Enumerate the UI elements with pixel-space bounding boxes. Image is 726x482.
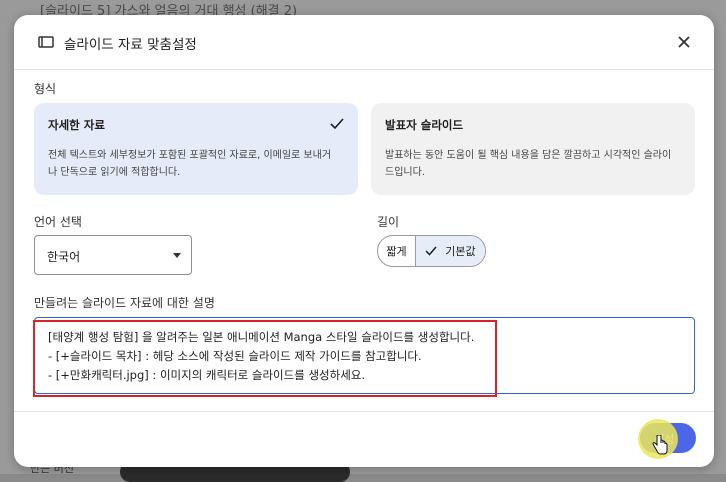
language-label: 언어 선택 — [34, 215, 82, 229]
format-option-desc-line1: 발표하는 동안 도움이 될 핵심 내용을 담은 깔끔하고 시각적인 슬라이 — [385, 150, 672, 161]
format-option-detailed[interactable]: 자세한 자료 전체 텍스트와 세부정보가 포함된 포괄적인 자료로, 이메일로 … — [34, 103, 358, 195]
description-line: - [+만화캐릭터.jpg] : 이미지의 캐릭터로 슬라이드를 생성하세요. — [48, 368, 366, 382]
format-option-desc-line2: 드입니다. — [385, 167, 425, 178]
length-option-default-label: 기본값 — [445, 245, 476, 258]
format-option-title: 발표자 슬라이드 — [385, 118, 464, 132]
format-label: 형식 — [34, 82, 57, 96]
close-icon[interactable] — [674, 32, 694, 52]
check-icon — [425, 246, 437, 256]
length-option-short[interactable]: 짧게 — [378, 236, 416, 266]
length-option-short-label: 짧게 — [386, 245, 407, 258]
length-label: 길이 — [377, 215, 400, 229]
format-option-description: 발표하는 동안 도움이 될 핵심 내용을 담은 깔끔하고 시각적인 슬라이 드입… — [385, 147, 681, 181]
description-line: [태양계 행성 탐험] 을 알려주는 일본 애니메이션 Manga 스타일 슬라… — [48, 330, 475, 344]
format-option-description: 전체 텍스트와 세부정보가 포함된 포괄적인 자료로, 이메일로 보내거 나 단… — [48, 147, 344, 181]
dialog-header: 슬라이드 자료 맞춤설정 — [14, 15, 714, 70]
format-option-desc-line1: 전체 텍스트와 세부정보가 포함된 포괄적인 자료로, 이메일로 보내거 — [48, 150, 332, 161]
description-textarea[interactable]: [태양계 행성 탐험] 을 알려주는 일본 애니메이션 Manga 스타일 슬라… — [34, 317, 695, 394]
slides-icon — [38, 36, 54, 48]
language-select-value: 한국어 — [47, 250, 81, 264]
dropdown-arrow-icon — [173, 253, 181, 258]
format-option-presenter[interactable]: 발표자 슬라이드 발표하는 동안 도움이 될 핵심 내용을 담은 깔끔하고 시각… — [371, 103, 695, 195]
language-select[interactable]: 한국어 — [34, 235, 192, 275]
dialog-title: 슬라이드 자료 맞춤설정 — [64, 37, 197, 53]
check-icon — [330, 118, 344, 130]
customize-slides-dialog: 슬라이드 자료 맞춤설정 형식 자세한 자료 전체 텍스트와 세부정보가 포함된… — [14, 15, 714, 467]
description-line: - [+슬라이드 목차] : 헤당 소스에 작성된 슬라이드 제작 가이드를 참… — [48, 349, 422, 363]
hand-cursor-icon — [652, 435, 668, 455]
format-option-desc-line2: 나 단독으로 읽기에 적합합니다. — [48, 167, 181, 178]
length-option-default[interactable]: 기본값 — [415, 236, 485, 266]
footer-divider — [14, 411, 714, 412]
length-toggle: 짧게 기본값 — [377, 235, 486, 267]
format-option-title: 자세한 자료 — [48, 118, 105, 132]
description-label: 만들려는 슬라이드 자료에 대한 설명 — [34, 296, 215, 310]
